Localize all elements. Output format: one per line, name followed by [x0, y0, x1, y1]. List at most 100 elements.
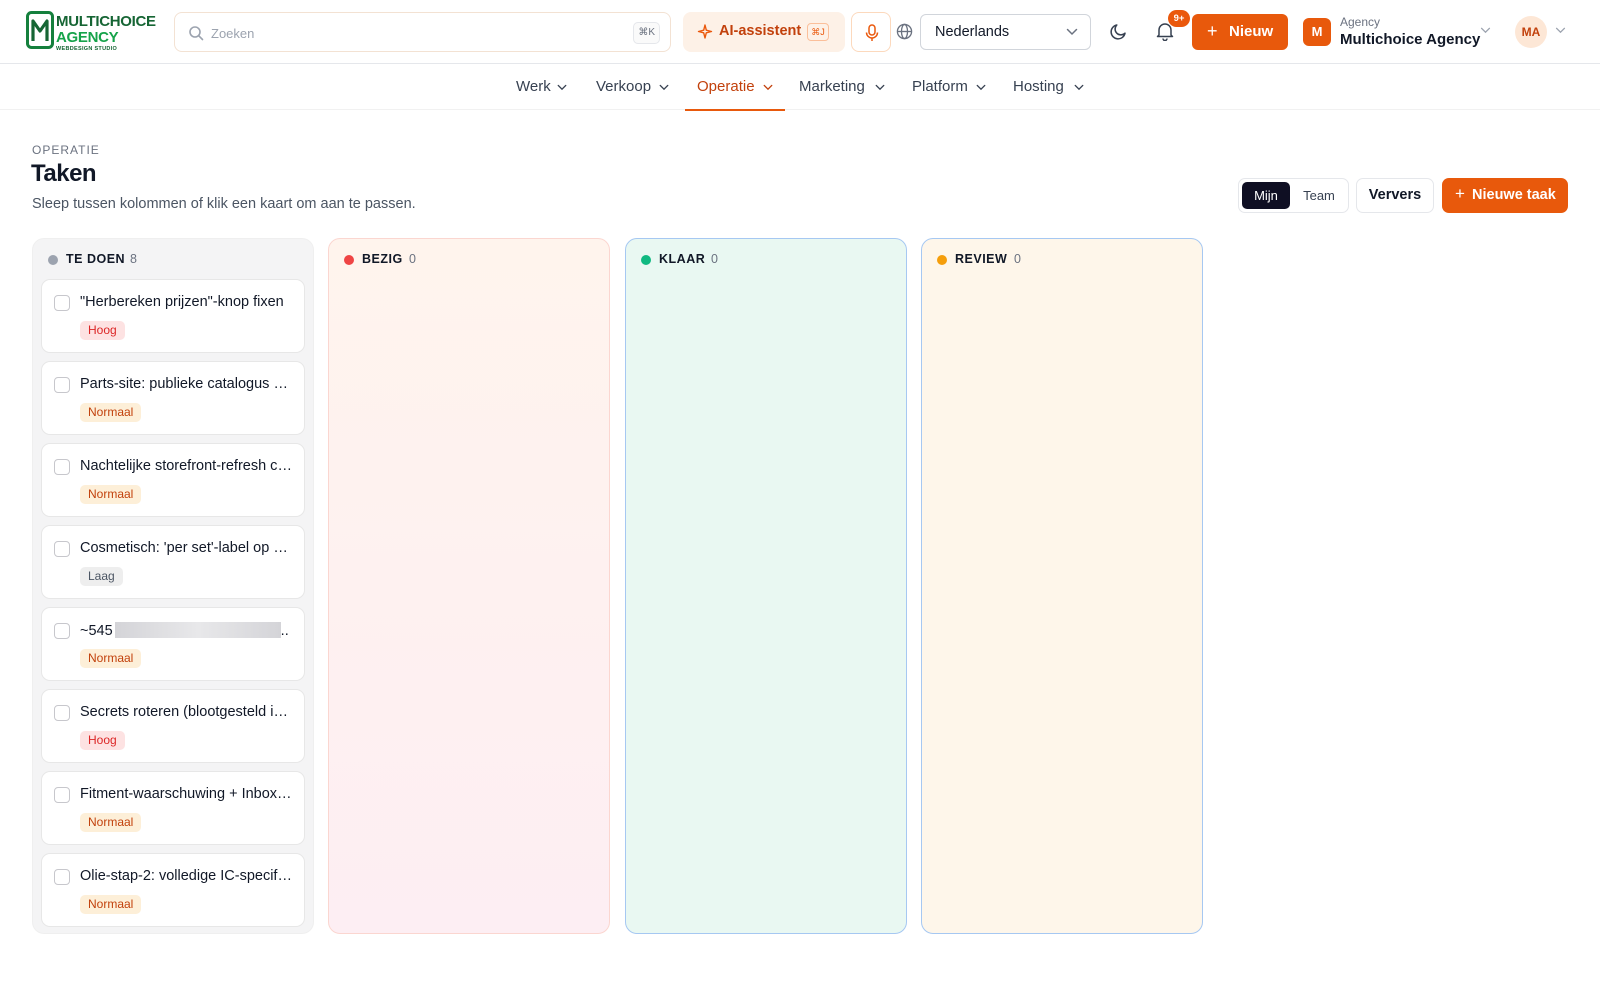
priority-badge: Normaal — [80, 649, 142, 668]
task-title-redacted: ~545.. — [80, 622, 289, 639]
page-eyebrow: OPERATIE — [32, 143, 100, 157]
dark-mode-toggle-icon[interactable] — [1110, 22, 1128, 40]
task-checkbox[interactable] — [54, 377, 70, 393]
microphone-icon — [865, 24, 879, 41]
column-te-doen[interactable]: TE DOEN 8 "Herbereken prijzen"-knop fixe… — [32, 238, 314, 934]
user-avatar[interactable]: MA — [1515, 16, 1547, 48]
task-title-prefix: ~545 — [80, 623, 113, 639]
nav-label: Hosting — [1013, 78, 1064, 95]
column-klaar[interactable]: KLAAR 0 — [625, 238, 907, 934]
language-select[interactable]: Nederlands — [920, 14, 1091, 50]
redacted-text-block — [114, 622, 281, 638]
task-card[interactable]: "Herbereken prijzen"-knop fixen Hoog — [41, 279, 305, 353]
main-nav: Werk Verkoop Operatie Marketing Platform… — [0, 64, 1600, 111]
status-dot — [48, 255, 58, 265]
user-menu-chevron-icon[interactable] — [1555, 27, 1566, 34]
new-task-label: Nieuwe taak — [1472, 187, 1556, 203]
priority-badge: Normaal — [80, 813, 142, 832]
globe-icon — [896, 23, 913, 40]
task-title: Fitment-waarschuwing + Inbox-melding — [80, 786, 295, 802]
task-card[interactable]: Parts-site: publieke catalogus opschonen… — [41, 361, 305, 435]
search-icon — [189, 26, 204, 41]
page-subtitle: Sleep tussen kolommen of klik een kaart … — [32, 196, 416, 212]
priority-badge: Normaal — [80, 403, 142, 422]
column-count: 0 — [409, 252, 416, 266]
column-bezig[interactable]: BEZIG 0 — [328, 238, 610, 934]
sparkle-icon — [697, 24, 713, 39]
page-title: Taken — [31, 160, 97, 187]
task-title: Nachtelijke storefront-refresh controler… — [80, 458, 295, 474]
task-card[interactable]: Secrets roteren (blootgesteld in logs) H… — [41, 689, 305, 763]
task-title: Secrets roteren (blootgesteld in logs) — [80, 704, 295, 720]
nav-label: Werk — [516, 78, 551, 95]
chevron-down-icon — [659, 84, 669, 91]
task-card[interactable]: Fitment-waarschuwing + Inbox-melding Nor… — [41, 771, 305, 845]
task-title: "Herbereken prijzen"-knop fixen — [80, 294, 284, 310]
brand-logo[interactable]: MULTICHOICE AGENCY WEBDESIGN STUDIO — [26, 11, 158, 53]
search-box[interactable]: ⌘K — [174, 12, 671, 52]
task-checkbox[interactable] — [54, 869, 70, 885]
task-card[interactable]: Nachtelijke storefront-refresh controler… — [41, 443, 305, 517]
task-checkbox[interactable] — [54, 705, 70, 721]
brand-mark-icon — [26, 11, 54, 49]
scope-toggle: Mijn Team — [1238, 178, 1349, 213]
plus-icon: + — [1455, 184, 1465, 203]
task-card[interactable]: ~545.. Normaal — [41, 607, 305, 681]
nav-label: Marketing — [799, 78, 865, 95]
brand-line-3: WEBDESIGN STUDIO — [56, 46, 118, 52]
scope-team-option[interactable]: Team — [1293, 182, 1345, 209]
scope-mine-option[interactable]: Mijn — [1242, 182, 1290, 209]
status-dot — [641, 255, 651, 265]
task-checkbox[interactable] — [54, 459, 70, 475]
task-checkbox[interactable] — [54, 295, 70, 311]
refresh-button[interactable]: Ververs — [1356, 178, 1434, 213]
status-dot — [937, 255, 947, 265]
task-checkbox[interactable] — [54, 541, 70, 557]
top-bar: MULTICHOICE AGENCY WEBDESIGN STUDIO ⌘K A… — [0, 0, 1600, 64]
column-title: BEZIG — [362, 252, 403, 266]
task-title: Olie-stap-2: volledige IC-specificaties — [80, 868, 295, 884]
brand-line-1: MULTICHOICE — [56, 13, 156, 30]
column-title: REVIEW — [955, 252, 1008, 266]
priority-badge: Laag — [80, 567, 123, 586]
task-checkbox[interactable] — [54, 787, 70, 803]
column-review[interactable]: REVIEW 0 — [921, 238, 1203, 934]
nav-label: Operatie — [697, 78, 755, 95]
chevron-down-icon — [557, 84, 567, 91]
new-button-label: Nieuw — [1229, 23, 1274, 40]
priority-badge: Normaal — [80, 895, 142, 914]
column-title: TE DOEN — [66, 252, 126, 266]
agency-name[interactable]: Multichoice Agency — [1340, 31, 1480, 48]
active-tab-indicator — [685, 109, 785, 111]
column-title: KLAAR — [659, 252, 706, 266]
ai-assistant-label: AI-assistent — [719, 23, 802, 39]
chevron-down-icon — [1066, 28, 1078, 36]
agency-switcher-chevron-icon[interactable] — [1480, 27, 1491, 34]
status-dot — [344, 255, 354, 265]
priority-badge: Normaal — [80, 485, 142, 504]
nav-label: Platform — [912, 78, 968, 95]
chevron-down-icon — [976, 84, 986, 91]
search-shortcut: ⌘K — [633, 22, 660, 44]
search-input[interactable] — [211, 22, 611, 44]
voice-input-button[interactable] — [851, 12, 891, 52]
agency-avatar[interactable]: M — [1303, 18, 1331, 46]
language-value: Nederlands — [935, 24, 1010, 40]
chevron-down-icon — [763, 84, 773, 91]
task-card[interactable]: Cosmetisch: 'per set'-label op productpa… — [41, 525, 305, 599]
brand-line-2: AGENCY — [56, 29, 119, 46]
column-count: 0 — [1014, 252, 1021, 266]
brand-wordmark: MULTICHOICE AGENCY WEBDESIGN STUDIO — [56, 14, 156, 53]
priority-badge: Hoog — [80, 731, 125, 750]
chevron-down-icon — [875, 84, 885, 91]
ai-assistant-button[interactable]: AI-assistent ⌘J — [683, 12, 845, 52]
agency-label: Agency — [1340, 15, 1381, 29]
new-task-button[interactable]: + Nieuwe taak — [1442, 178, 1568, 213]
notification-badge: 9+ — [1168, 10, 1190, 27]
nav-label: Verkoop — [596, 78, 652, 95]
task-title: Parts-site: publieke catalogus opschonen — [80, 376, 295, 392]
task-card[interactable]: Olie-stap-2: volledige IC-specificaties … — [41, 853, 305, 927]
task-checkbox[interactable] — [54, 623, 70, 639]
task-title: Cosmetisch: 'per set'-label op productpa… — [80, 540, 295, 556]
new-button[interactable]: + Nieuw — [1192, 14, 1288, 50]
